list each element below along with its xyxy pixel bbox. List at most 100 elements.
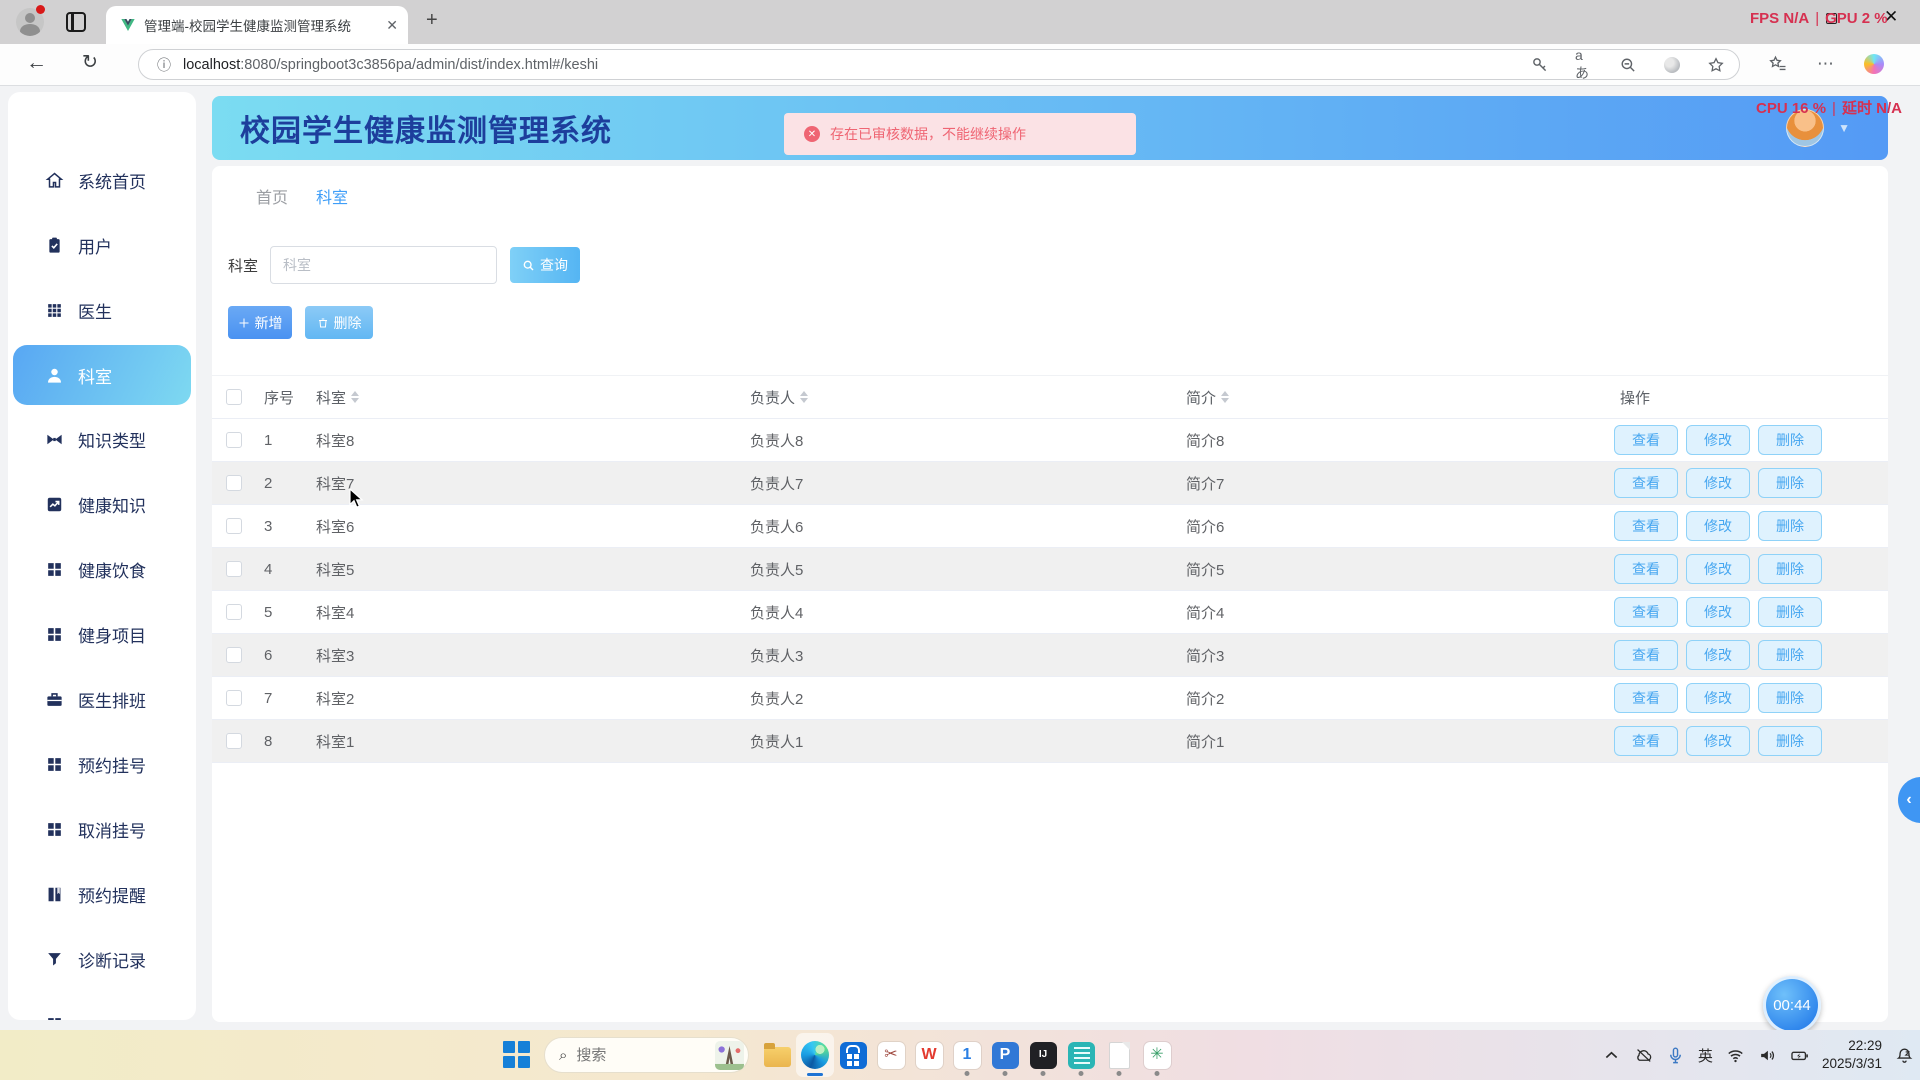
wifi-icon[interactable]: [1726, 1046, 1745, 1065]
taskbar-flower-app-icon[interactable]: ✳: [1138, 1033, 1176, 1077]
delete-row-button[interactable]: 删除: [1758, 554, 1822, 584]
taskbar-notebook-icon[interactable]: [1062, 1033, 1100, 1077]
taskbar-search-input[interactable]: [576, 1047, 696, 1064]
nav-tab-1[interactable]: 科室: [316, 184, 348, 208]
edit-button[interactable]: 修改: [1686, 468, 1750, 498]
row-checkbox[interactable]: [226, 475, 242, 491]
delete-row-button[interactable]: 删除: [1758, 597, 1822, 627]
chevron-up-icon[interactable]: [1602, 1046, 1621, 1065]
taskbar-intellij-icon[interactable]: IJ: [1024, 1033, 1062, 1077]
add-button[interactable]: 新增: [228, 306, 292, 339]
sidebar-item-3[interactable]: 科室: [13, 345, 191, 405]
row-checkbox[interactable]: [226, 690, 242, 706]
copilot-icon[interactable]: [1864, 54, 1884, 74]
daily-image-icon[interactable]: [715, 1041, 744, 1070]
new-tab-button[interactable]: +: [426, 9, 438, 32]
sidebar-item-0[interactable]: 系统首页: [8, 148, 196, 213]
sort-icon[interactable]: [351, 391, 359, 403]
delete-row-button[interactable]: 删除: [1758, 511, 1822, 541]
sidebar-item-13[interactable]: [8, 992, 196, 1020]
sidebar-item-9[interactable]: 预约挂号: [8, 732, 196, 797]
site-info-icon[interactable]: ⓘ: [157, 55, 171, 75]
edit-button[interactable]: 修改: [1686, 554, 1750, 584]
sidebar-item-12[interactable]: 诊断记录: [8, 927, 196, 992]
key-icon[interactable]: [1531, 56, 1549, 74]
edit-button[interactable]: 修改: [1686, 640, 1750, 670]
sidebar-menu: 系统首页用户医生科室知识类型健康知识健康饮食健身项目医生排班预约挂号取消挂号预约…: [8, 92, 196, 1020]
row-checkbox[interactable]: [226, 561, 242, 577]
delete-row-button[interactable]: 删除: [1758, 425, 1822, 455]
clock-area[interactable]: 22:292025/3/31: [1822, 1037, 1882, 1072]
edit-button[interactable]: 修改: [1686, 511, 1750, 541]
view-button[interactable]: 查看: [1614, 468, 1678, 498]
sidebar-item-10[interactable]: 取消挂号: [8, 797, 196, 862]
delete-row-button[interactable]: 删除: [1758, 683, 1822, 713]
nav-tab-0[interactable]: 首页: [256, 184, 288, 208]
sort-icon[interactable]: [800, 391, 808, 403]
tab-close-icon[interactable]: ✕: [386, 17, 398, 34]
mic-icon[interactable]: [1666, 1046, 1685, 1065]
taskbar-search[interactable]: ⌕: [544, 1037, 749, 1073]
favorites-list-icon[interactable]: [1768, 54, 1788, 74]
ime-indicator[interactable]: 英: [1698, 1045, 1713, 1066]
view-button[interactable]: 查看: [1614, 683, 1678, 713]
taskbar-edge-icon[interactable]: [796, 1033, 834, 1077]
view-button[interactable]: 查看: [1614, 425, 1678, 455]
delete-row-button[interactable]: 删除: [1758, 468, 1822, 498]
view-button[interactable]: 查看: [1614, 597, 1678, 627]
edit-button[interactable]: 修改: [1686, 683, 1750, 713]
sort-icon[interactable]: [1221, 391, 1229, 403]
sidebar-item-7[interactable]: 健身项目: [8, 602, 196, 667]
sidebar-item-4[interactable]: 知识类型: [8, 407, 196, 472]
side-panel-handle[interactable]: ‹: [1898, 777, 1920, 823]
taskbar-scissors-icon[interactable]: ✂: [872, 1033, 910, 1077]
edge-logo-icon[interactable]: [1663, 56, 1681, 74]
sidebar-item-2[interactable]: 医生: [8, 278, 196, 343]
taskbar-store-icon[interactable]: [834, 1033, 872, 1077]
bell-sleep-icon[interactable]: [1895, 1046, 1914, 1065]
row-checkbox[interactable]: [226, 432, 242, 448]
row-checkbox[interactable]: [226, 518, 242, 534]
select-all-checkbox[interactable]: [226, 389, 242, 405]
star-icon[interactable]: [1707, 56, 1725, 74]
zoom-out-icon[interactable]: [1619, 56, 1637, 74]
taskbar-file-explorer-icon[interactable]: [758, 1033, 796, 1077]
edit-button[interactable]: 修改: [1686, 726, 1750, 756]
edit-button[interactable]: 修改: [1686, 597, 1750, 627]
query-button[interactable]: 查询: [510, 247, 580, 283]
browser-tab[interactable]: 管理端-校园学生健康监测管理系统 ✕: [106, 6, 408, 44]
cloud-off-icon[interactable]: [1634, 1046, 1653, 1065]
timer-badge[interactable]: 00:44: [1763, 976, 1821, 1030]
start-button[interactable]: [503, 1041, 531, 1069]
view-button[interactable]: 查看: [1614, 554, 1678, 584]
sidebar-item-11[interactable]: 预约提醒: [8, 862, 196, 927]
row-checkbox[interactable]: [226, 604, 242, 620]
delete-row-button[interactable]: 删除: [1758, 640, 1822, 670]
more-options-icon[interactable]: ⋯: [1816, 54, 1836, 74]
battery-charging-icon[interactable]: [1790, 1046, 1809, 1065]
sidebar-item-6[interactable]: 健康饮食: [8, 537, 196, 602]
view-button[interactable]: 查看: [1614, 511, 1678, 541]
sidebar-item-1[interactable]: 用户: [8, 213, 196, 278]
taskbar-document-icon[interactable]: [1100, 1033, 1138, 1077]
view-button[interactable]: 查看: [1614, 726, 1678, 756]
sidebar-item-8[interactable]: 医生排班: [8, 667, 196, 732]
tab-workspaces-icon[interactable]: [66, 12, 86, 32]
taskbar-p-app-icon[interactable]: P: [986, 1033, 1024, 1077]
back-icon[interactable]: ←: [26, 51, 47, 75]
sidebar-item-5[interactable]: 健康知识: [8, 472, 196, 537]
refresh-icon[interactable]: ↻: [82, 51, 98, 74]
speaker-icon[interactable]: [1758, 1046, 1777, 1065]
view-button[interactable]: 查看: [1614, 640, 1678, 670]
clock[interactable]: 22:292025/3/31: [1822, 1037, 1882, 1072]
search-input[interactable]: [270, 246, 497, 284]
address-bar[interactable]: ⓘ localhost:8080/springboot3c3856pa/admi…: [138, 49, 1740, 80]
row-checkbox[interactable]: [226, 647, 242, 663]
taskbar-number1-app-icon[interactable]: 1: [948, 1033, 986, 1077]
row-checkbox[interactable]: [226, 733, 242, 749]
translate-icon[interactable]: aあ: [1575, 56, 1593, 74]
delete-row-button[interactable]: 删除: [1758, 726, 1822, 756]
edit-button[interactable]: 修改: [1686, 425, 1750, 455]
taskbar-wps-icon[interactable]: W: [910, 1033, 948, 1077]
delete-button[interactable]: 删除: [305, 306, 373, 339]
